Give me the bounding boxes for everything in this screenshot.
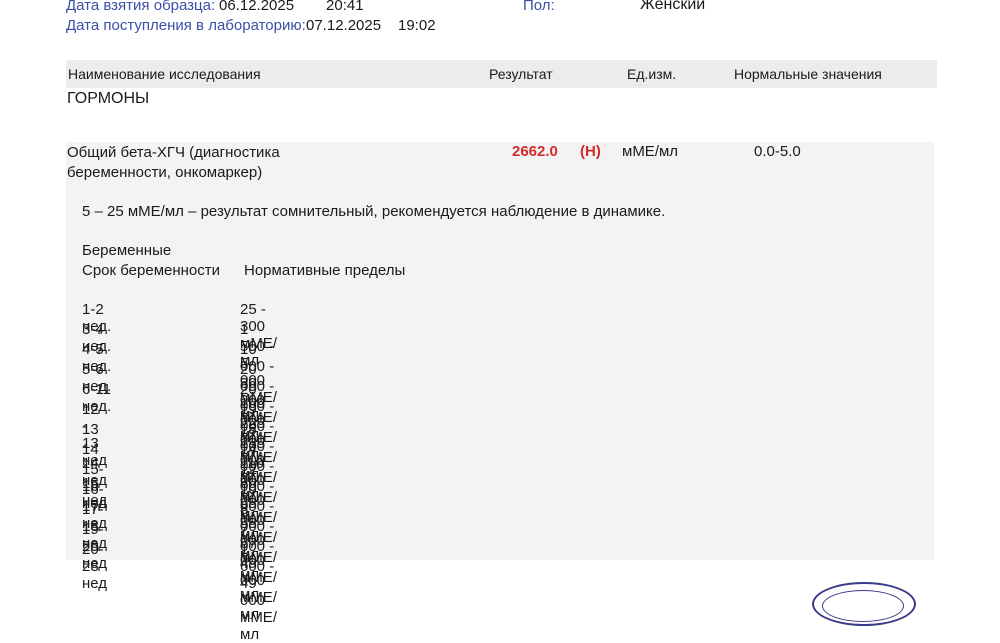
lab-date: 07.12.2025 bbox=[306, 17, 382, 34]
col-header-unit: Ед.изм. bbox=[627, 66, 677, 82]
sample-date: 06.12.2025 bbox=[219, 0, 295, 14]
reference-term: 20-28 нед bbox=[82, 541, 108, 592]
result-norm: 0.0-5.0 bbox=[754, 143, 801, 160]
col-term-label: Срок беременности bbox=[82, 262, 221, 279]
pregnant-title: Беременные bbox=[82, 242, 172, 259]
gender-value: Женский bbox=[640, 0, 706, 13]
sample-date-label: Дата взятия образца: bbox=[66, 0, 216, 14]
col-header-name: Наименование исследования bbox=[68, 66, 261, 82]
col-header-norm: Нормальные значения bbox=[734, 66, 882, 82]
result-unit: мМЕ/мл bbox=[622, 143, 679, 160]
test-name: Общий бета-ХГЧ (диагностика беременности… bbox=[67, 144, 280, 181]
sample-time: 20:41 bbox=[326, 0, 364, 14]
lab-time: 19:02 bbox=[398, 17, 436, 34]
result-flag: (H) bbox=[580, 143, 601, 160]
lab-date-label: Дата поступления в лабораторию: bbox=[66, 17, 306, 34]
reference-range: 1 600 - 49 000 мМЕ/мл bbox=[240, 541, 277, 643]
section-title: ГОРМОНЫ bbox=[67, 90, 150, 107]
gender-label: Пол: bbox=[523, 0, 555, 14]
col-header-result: Результат bbox=[489, 66, 553, 82]
col-limits-label: Нормативные пределы bbox=[244, 262, 406, 279]
result-value: 2662.0 bbox=[512, 143, 558, 160]
table-header: Наименование исследования Результат Ед.и… bbox=[66, 60, 937, 88]
doubtful-note: 5 – 25 мМЕ/мл – результат сомнительный, … bbox=[82, 203, 666, 220]
